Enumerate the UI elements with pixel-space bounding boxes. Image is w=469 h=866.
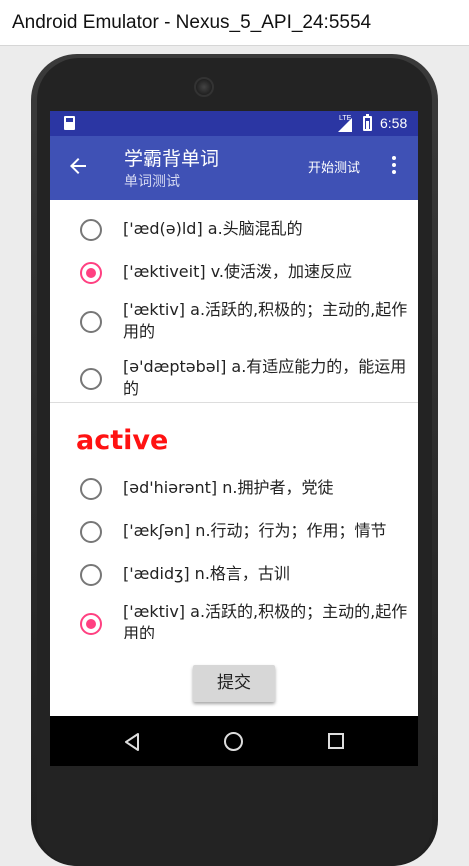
radio-button-selected[interactable] — [80, 613, 102, 635]
overflow-menu-icon[interactable] — [390, 156, 398, 178]
top-option-3[interactable]: ['æktiv] a.活跃的,积极的；主动的,起作用的 — [80, 299, 410, 345]
start-test-button[interactable]: 开始测试 — [308, 157, 360, 176]
toolbar-title: 学霸背单词 — [124, 148, 220, 170]
option-text: ['æktiv] a.活跃的,积极的；主动的,起作用的 — [123, 300, 408, 341]
radio-button-selected[interactable] — [80, 262, 102, 284]
option-text: ['æktiv] a.活跃的,积极的；主动的,起作用的 — [123, 602, 408, 639]
bottom-option-1[interactable]: [əd'hiərənt] n.拥护者，党徒 — [80, 477, 410, 503]
top-option-1[interactable]: ['æd(ə)ld] a.头脑混乱的 — [80, 218, 410, 244]
radio-button[interactable] — [80, 219, 102, 241]
option-text: ['æd(ə)ld] a.头脑混乱的 — [123, 219, 303, 238]
bottom-option-3[interactable]: ['ædidʒ] n.格言，古训 — [80, 563, 410, 589]
radio-button[interactable] — [80, 368, 102, 390]
option-text: ['ædidʒ] n.格言，古训 — [123, 564, 290, 583]
navigation-bar — [50, 716, 418, 766]
radio-button[interactable] — [80, 564, 102, 586]
back-arrow-icon[interactable] — [66, 154, 90, 178]
top-option-2[interactable]: ['æktiveit] v.使活泼，加速反应 — [80, 261, 410, 287]
battery-icon — [363, 114, 372, 131]
status-time: 6:58 — [380, 115, 408, 131]
option-text: ['ækʃən] n.行动；行为；作用；情节 — [123, 521, 387, 540]
top-option-4[interactable]: [ə'dæptəbəl] a.有适应能力的，能运用的 — [80, 356, 410, 402]
bottom-option-2[interactable]: ['ækʃən] n.行动；行为；作用；情节 — [80, 520, 410, 546]
nav-home-icon[interactable] — [224, 732, 243, 751]
app-toolbar: 学霸背单词 单词测试 开始测试 — [50, 136, 418, 200]
nav-recents-icon[interactable] — [328, 733, 344, 749]
lte-label: LTE — [339, 115, 352, 122]
section-divider — [50, 402, 418, 403]
status-bar: LTE 6:58 — [50, 111, 418, 136]
option-text: [əd'hiərənt] n.拥护者，党徒 — [123, 478, 334, 497]
option-text: [ə'dæptəbəl] a.有适应能力的，能运用的 — [123, 357, 407, 398]
sd-card-icon — [64, 116, 75, 130]
radio-button[interactable] — [80, 478, 102, 500]
toolbar-subtitle: 单词测试 — [124, 174, 180, 190]
radio-button[interactable] — [80, 521, 102, 543]
speaker-icon — [194, 77, 214, 97]
quiz-word: active — [76, 425, 169, 456]
nav-back-icon[interactable] — [123, 732, 141, 752]
bottom-option-4[interactable]: ['æktiv] a.活跃的,积极的；主动的,起作用的 — [80, 601, 410, 639]
window-title: Android Emulator - Nexus_5_API_24:5554 — [0, 0, 469, 46]
radio-button[interactable] — [80, 311, 102, 333]
submit-button[interactable]: 提交 — [193, 665, 275, 702]
option-text: ['æktiveit] v.使活泼，加速反应 — [123, 262, 353, 281]
phone-screen: LTE 6:58 学霸背单词 单词测试 开始测试 ['æd(ə)ld] a.头脑… — [50, 111, 418, 766]
